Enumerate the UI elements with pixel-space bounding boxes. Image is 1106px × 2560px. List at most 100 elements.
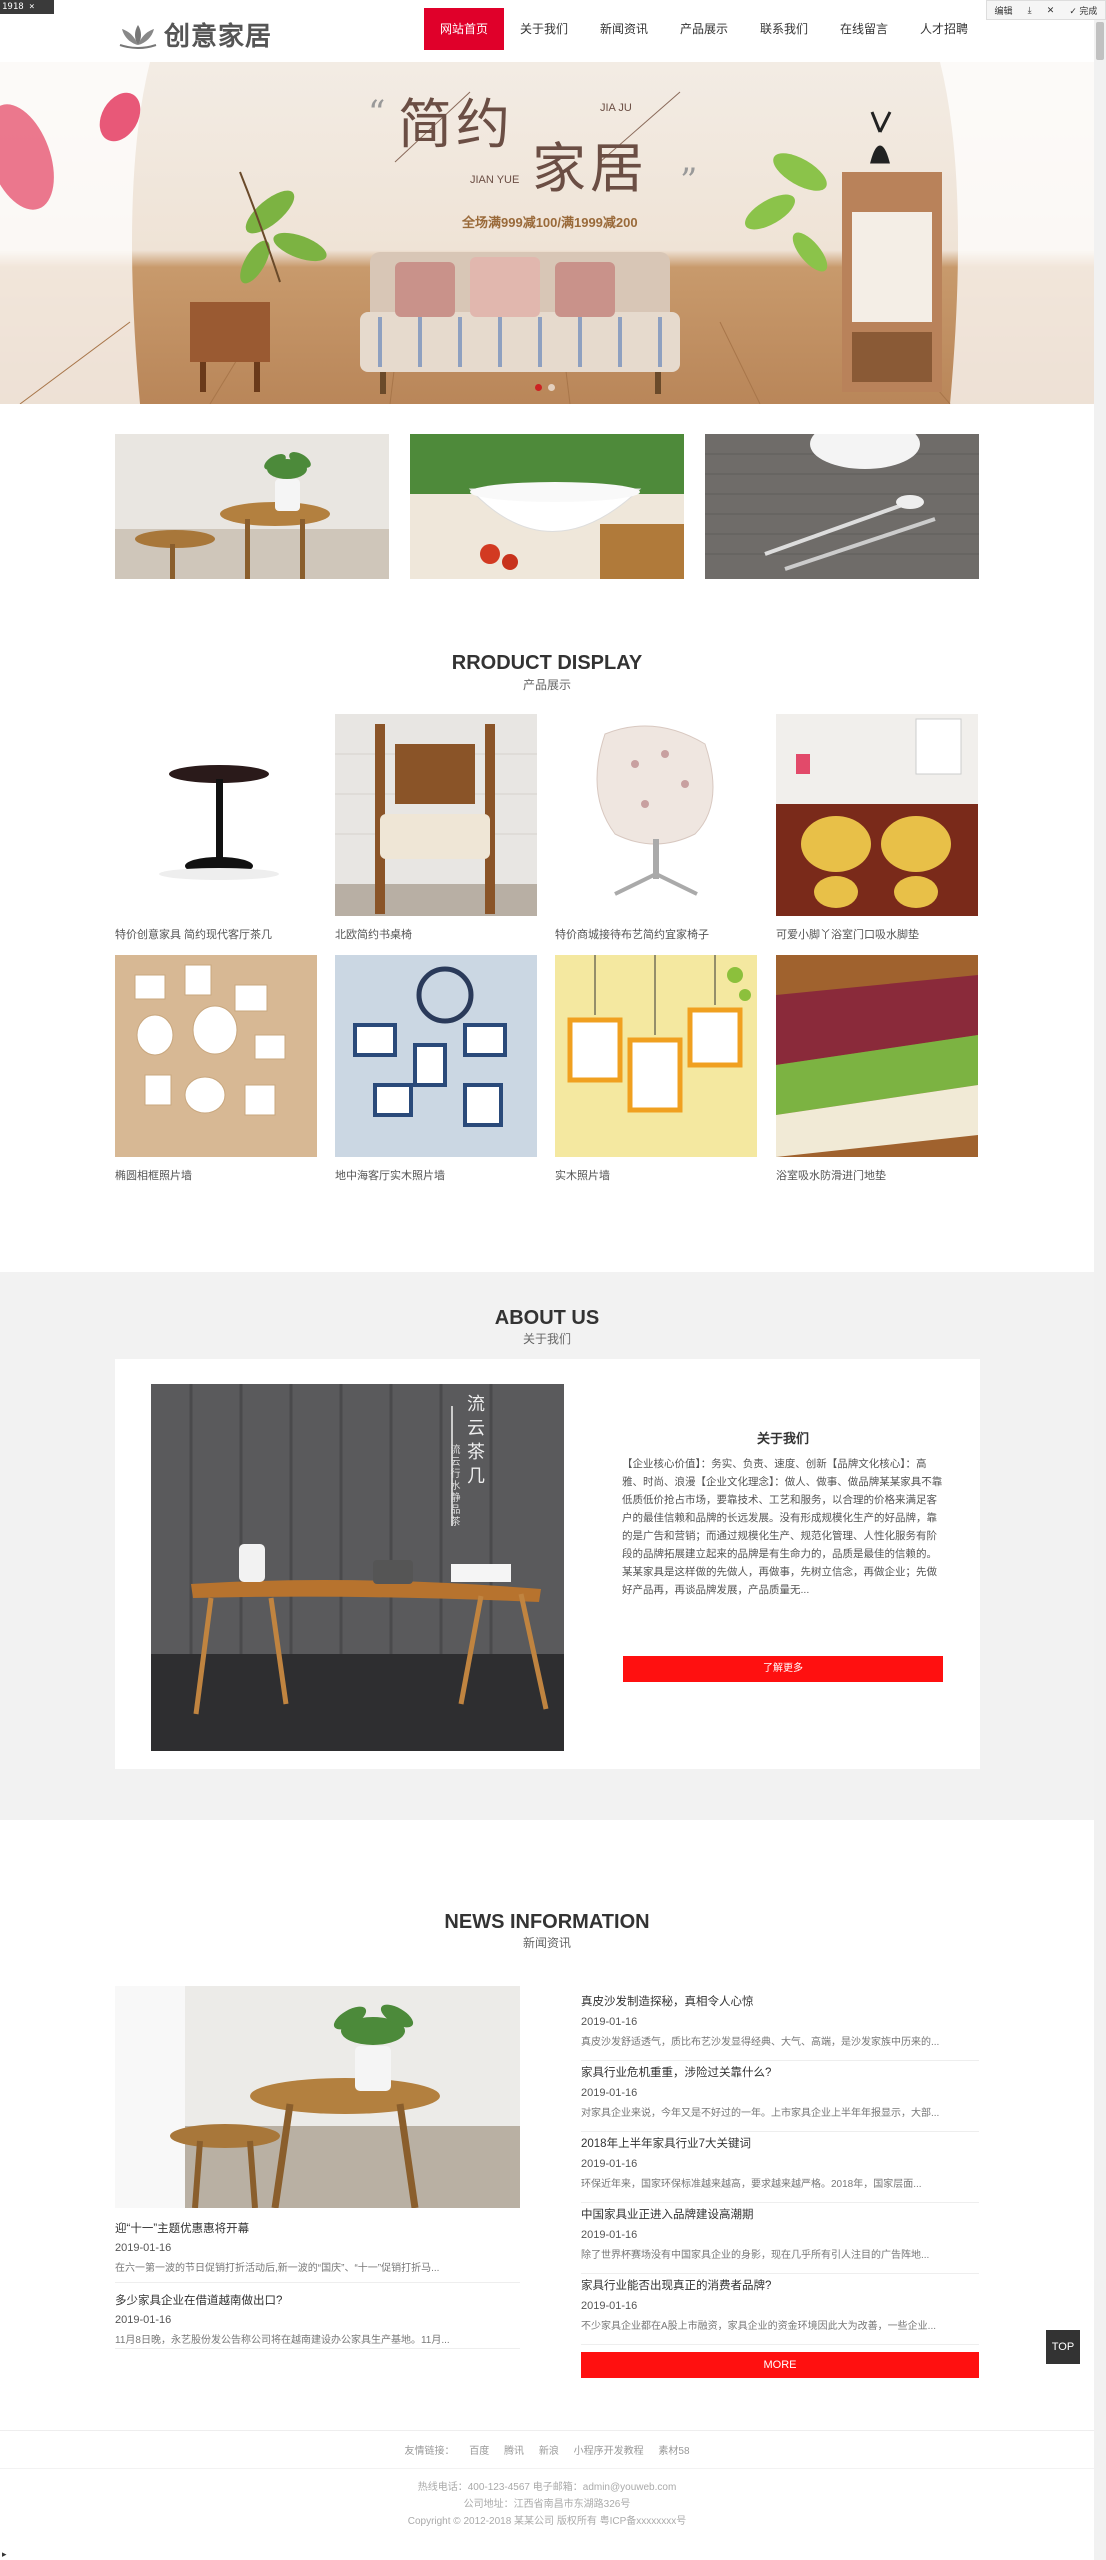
products-subtitle: 产品展示 [522, 678, 571, 692]
more-news-button[interactable]: MORE [581, 2352, 979, 2378]
product-image[interactable] [555, 955, 757, 1157]
friend-link[interactable]: 百度 [469, 2446, 489, 2457]
friend-links-label: 友情链接： [404, 2446, 455, 2457]
product-image[interactable] [335, 714, 537, 916]
product-card[interactable]: 浴室吸水防滑进门地垫 [776, 955, 978, 1183]
nav-contact[interactable]: 联系我们 [744, 8, 824, 50]
learn-more-button[interactable]: 了解更多 [623, 1656, 943, 1682]
close-icon[interactable]: ✕ [1047, 5, 1055, 16]
friend-link[interactable]: 新浪 [539, 2446, 559, 2457]
news-item-date: 2019-01-16 [581, 2016, 638, 2028]
banner-dot[interactable] [535, 384, 542, 391]
promo-image-cutlery[interactable] [705, 434, 979, 579]
product-name[interactable]: 特价商城接待布艺简约宜家椅子 [555, 926, 757, 942]
product-image[interactable] [335, 955, 537, 1157]
friend-link[interactable]: 小程序开发教程 [574, 2446, 644, 2457]
done-label: 完成 [1079, 5, 1098, 16]
nav-news[interactable]: 新闻资讯 [584, 8, 664, 50]
about-title: ABOUT US [494, 1307, 600, 1329]
news-item-title[interactable]: 多少家具企业在借道越南做出口? [115, 2292, 520, 2308]
news-item-title[interactable]: 家具行业能否出现真正的消费者品牌? [581, 2277, 979, 2293]
edit-button[interactable]: 编辑 [995, 4, 1013, 17]
news-item-title[interactable]: 家具行业危机重重，涉险过关靠什么? [581, 2064, 979, 2080]
news-item[interactable]: 真皮沙发制造探秘，真相令人心惊 2019-01-16 真皮沙发舒适透气，质比布艺… [581, 1990, 979, 2061]
news-item-date: 2019-01-16 [581, 2087, 638, 2099]
svg-text:”: ” [680, 161, 697, 201]
news-item[interactable]: 2018年上半年家具行业7大关键词 2019-01-16 环保近年来，国家环保标… [581, 2132, 979, 2203]
lotus-logo-icon [119, 24, 157, 49]
news-item-date: 2019-01-16 [115, 2314, 172, 2326]
product-image[interactable] [115, 955, 317, 1157]
footer-address: 公司地址：江西省南昌市东湖路326号 [463, 2499, 631, 2510]
news-item-title[interactable]: 2018年上半年家具行业7大关键词 [581, 2135, 979, 2151]
product-name[interactable]: 浴室吸水防滑进门地垫 [776, 1167, 978, 1183]
news-item[interactable]: 家具行业危机重重，涉险过关靠什么? 2019-01-16 对家具企业来说，今年又… [581, 2061, 979, 2132]
site-logo[interactable]: 创意家居 [116, 16, 272, 53]
main-nav: 网站首页 关于我们 新闻资讯 产品展示 联系我们 在线留言 人才招聘 [424, 8, 984, 50]
news-item-date: 2019-01-16 [581, 2300, 638, 2312]
product-card[interactable]: 可爱小脚丫浴室门口吸水脚垫 [776, 714, 978, 942]
capture-dimensions-label: 1918 × 4359 [0, 0, 54, 26]
news-item[interactable]: 迎“十一”主题优惠惠将开幕 2019-01-16 在六一第一波的节日促销打折活动… [115, 2220, 520, 2274]
product-image[interactable] [776, 714, 978, 916]
product-card[interactable]: 特价创意家具 简约现代客厅茶几 [115, 714, 317, 942]
scrollbar-thumb[interactable] [1096, 22, 1104, 60]
footer-copyright: Copyright © 2012-2018 某某公司 版权所有 粤ICP备xxx… [407, 2516, 687, 2527]
news-item-summary: 除了世界杯赛场没有中国家具企业的身影，现在几乎所有引人注目的广告阵地... [581, 2250, 930, 2261]
nav-products[interactable]: 产品展示 [664, 8, 744, 50]
banner-dot[interactable] [548, 384, 555, 391]
promo-image-table[interactable] [115, 434, 389, 579]
banner-promo: 全场满999减100/满1999减200 [462, 215, 638, 230]
nav-about[interactable]: 关于我们 [504, 8, 584, 50]
divider [115, 2282, 520, 2283]
about-subtitle: 关于我们 [522, 1332, 571, 1346]
back-to-top-button[interactable]: TOP [1046, 2330, 1080, 2364]
about-image: 流云茶几 流云行水静品茶 [151, 1384, 564, 1751]
banner-headline-a: 简约 [398, 93, 514, 156]
download-icon[interactable]: ⤓ [1028, 5, 1032, 16]
product-image[interactable] [115, 714, 317, 916]
news-item-title[interactable]: 迎“十一”主题优惠惠将开幕 [115, 2220, 520, 2236]
friend-link[interactable]: 腾讯 [504, 2446, 524, 2457]
news-list: 真皮沙发制造探秘，真相令人心惊 2019-01-16 真皮沙发舒适透气，质比布艺… [581, 1990, 979, 2345]
nav-message[interactable]: 在线留言 [824, 8, 904, 50]
news-item-title[interactable]: 真皮沙发制造探秘，真相令人心惊 [581, 1993, 979, 2009]
product-image[interactable] [555, 714, 757, 916]
banner-pinyin-b: JIAN YUE [470, 174, 520, 186]
banner-pinyin-a: JIA JU [600, 102, 632, 114]
news-item-summary: 11月8日晚，永艺股份发公告称公司将在越南建设办公家具生产基地。11月... [115, 2335, 450, 2346]
hero-banner[interactable]: “ ” 简约 家居 JIA JU JIAN YUE 全场满999减100/满19… [0, 62, 1094, 404]
news-item-date: 2019-01-16 [115, 2242, 172, 2254]
footer-contact: 热线电话：400-123-4567 电子邮箱：admin@youweb.com [417, 2482, 677, 2493]
product-image[interactable] [776, 955, 978, 1157]
product-name[interactable]: 实木照片墙 [555, 1167, 757, 1183]
product-card[interactable]: 地中海客厅实木照片墙 [335, 955, 537, 1183]
friend-link[interactable]: 素材58 [658, 2446, 689, 2457]
page-scrollbar[interactable] [1094, 20, 1106, 2560]
news-item[interactable]: 家具行业能否出现真正的消费者品牌? 2019-01-16 不少家具企业都在A股上… [581, 2274, 979, 2345]
news-item-summary: 真皮沙发舒适透气，质比布艺沙发显得经典、大气、高端，是沙发家族中历来的... [581, 2037, 940, 2048]
promo-image-bowl[interactable] [410, 434, 684, 579]
friend-links: 友情链接： 百度 腾讯 新浪 小程序开发教程 素材58 [0, 2442, 1094, 2457]
news-item-date: 2019-01-16 [581, 2229, 638, 2241]
news-item[interactable]: 中国家具业正进入品牌建设高潮期 2019-01-16 除了世界杯赛场没有中国家具… [581, 2203, 979, 2274]
nav-home[interactable]: 网站首页 [424, 8, 504, 50]
product-name[interactable]: 椭圆相框照片墙 [115, 1167, 317, 1183]
news-subtitle: 新闻资讯 [522, 1936, 571, 1950]
product-card[interactable]: 椭圆相框照片墙 [115, 955, 317, 1183]
news-feature-image[interactable] [115, 1986, 520, 2208]
product-name[interactable]: 北欧简约书桌椅 [335, 926, 537, 942]
news-item[interactable]: 多少家具企业在借道越南做出口? 2019-01-16 11月8日晚，永艺股份发公… [115, 2292, 520, 2346]
product-name[interactable]: 特价创意家具 简约现代客厅茶几 [115, 926, 317, 942]
product-card[interactable]: 北欧简约书桌椅 [335, 714, 537, 942]
nav-jobs[interactable]: 人才招聘 [904, 8, 984, 50]
products-title: RRODUCT DISPLAY [451, 652, 643, 674]
product-name[interactable]: 地中海客厅实木照片墙 [335, 1167, 537, 1183]
product-name[interactable]: 可爱小脚丫浴室门口吸水脚垫 [776, 926, 978, 942]
banner-illustration: “ ” [0, 62, 1094, 404]
product-card[interactable]: 实木照片墙 [555, 955, 757, 1183]
product-card[interactable]: 特价商城接待布艺简约宜家椅子 [555, 714, 757, 942]
done-button[interactable]: ✓ 完成 [1069, 4, 1097, 17]
about-description: 【企业核心价值】：务实、负责、速度、创新【品牌文化核心】：高雅、时尚、浪漫【企业… [622, 1458, 943, 1596]
news-item-title[interactable]: 中国家具业正进入品牌建设高潮期 [581, 2206, 979, 2222]
